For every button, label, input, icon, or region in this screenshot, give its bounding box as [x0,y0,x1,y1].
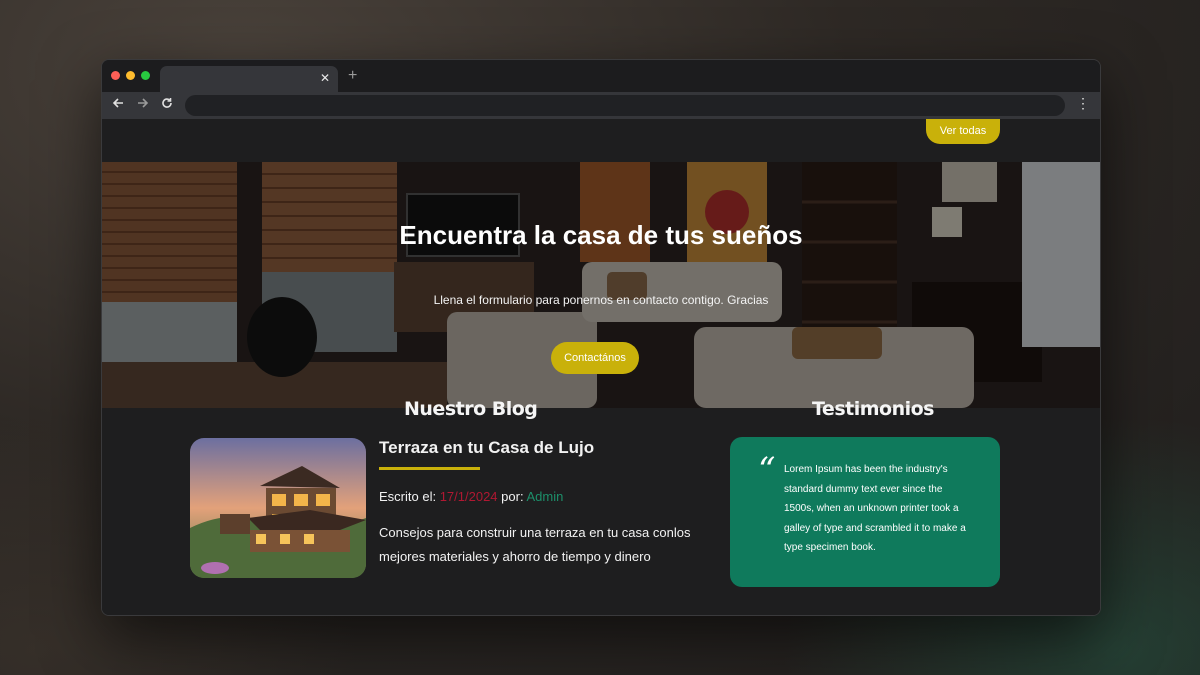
browser-window: ✕ + ⋮ Ver todas Encuentra la casa de tus… [101,59,1101,616]
hero-subtitle: Llena el formulario para ponernos en con… [433,293,769,307]
post-thumbnail[interactable] [190,438,366,578]
window-controls [111,71,150,80]
arrow-left-icon[interactable] [112,96,124,112]
plus-icon[interactable]: + [348,67,357,85]
address-bar[interactable] [185,95,1065,116]
web-page: Ver todas Encuentra la casa de tus sueño… [102,119,1100,615]
quote-icon: “ [758,450,776,490]
testimonial-text: Lorem Ipsum has been the industry's stan… [784,464,966,553]
close-window-button[interactable] [111,71,120,80]
by-label: por: [501,489,524,504]
hero-section: Encuentra la casa de tus sueños Llena el… [102,162,1100,408]
browser-tab[interactable]: ✕ [160,66,338,92]
contact-button[interactable]: Contactános [551,342,639,374]
blog-heading: Nuestro Blog [404,398,538,420]
top-strip: Ver todas [102,119,1100,162]
post-date: 17/1/2024 [439,489,498,504]
written-label: Escrito el: [379,489,437,504]
post-excerpt: Consejos para construir una terraza en t… [379,525,691,564]
maximize-window-button[interactable] [141,71,150,80]
close-icon[interactable]: ✕ [320,71,330,85]
arrow-right-icon[interactable] [137,96,149,112]
ver-todas-button[interactable]: Ver todas [926,119,1000,144]
tab-bar: ✕ + [102,60,1100,92]
post-meta: Escrito el: 17/1/2024 por: Admin [379,489,563,504]
post-title-underline [379,467,480,470]
testimonial-card: “ Lorem Ipsum has been the industry's st… [730,437,1000,587]
post-author[interactable]: Admin [526,489,563,504]
reload-icon[interactable] [161,96,173,112]
browser-toolbar: ⋮ [102,92,1100,119]
post-title[interactable]: Terraza en tu Casa de Lujo [379,438,594,458]
kebab-menu-icon[interactable]: ⋮ [1076,95,1090,112]
testimonials-heading: Testimonios [812,398,934,420]
minimize-window-button[interactable] [126,71,135,80]
hero-title: Encuentra la casa de tus sueños [399,220,803,250]
hero-content: Encuentra la casa de tus sueños Llena el… [102,162,1100,408]
